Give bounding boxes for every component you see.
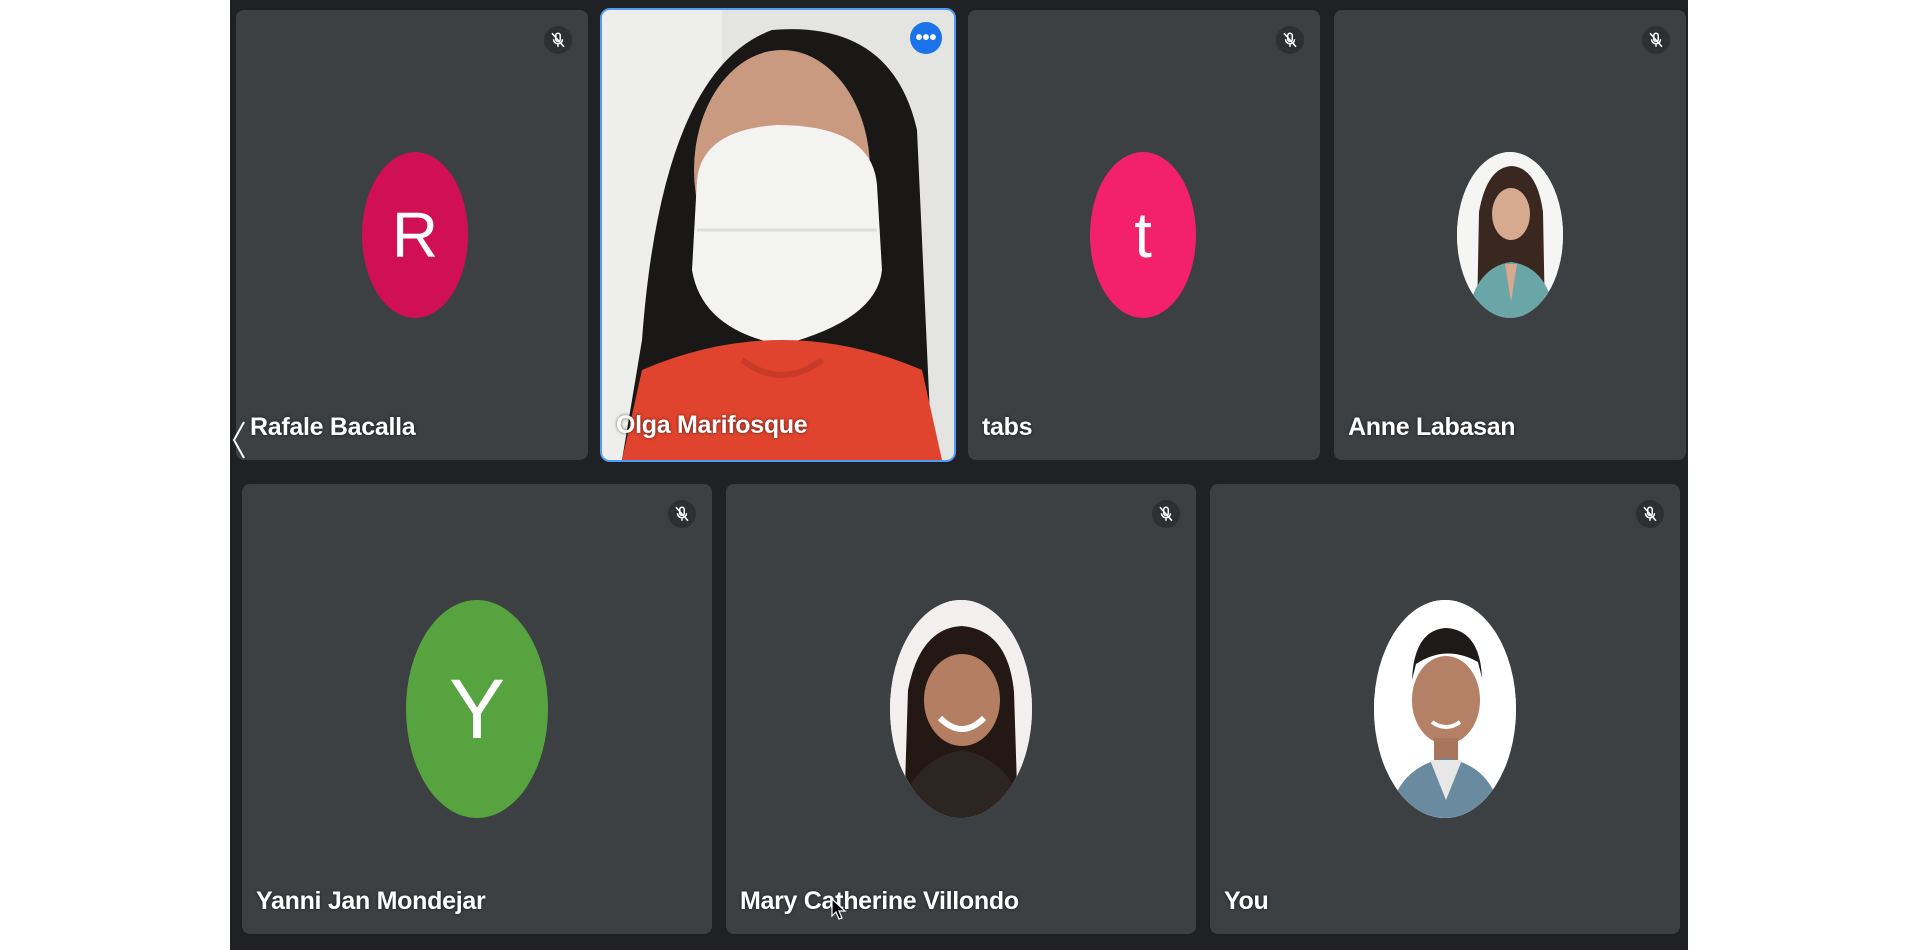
- avatar-photo: [890, 600, 1032, 818]
- avatar-initial: t: [1090, 152, 1196, 318]
- mic-off-icon: [1642, 26, 1670, 54]
- more-options-icon[interactable]: •••: [910, 22, 942, 54]
- participant-name: Olga Marifosque: [616, 411, 808, 439]
- mic-off-icon: [668, 500, 696, 528]
- participant-tile-anne[interactable]: Anne Labasan: [1334, 10, 1686, 460]
- participant-video: [602, 10, 954, 460]
- avatar-initial: Y: [406, 600, 548, 818]
- avatar-photo: [1374, 600, 1516, 818]
- participant-name: tabs: [982, 413, 1033, 441]
- chevron-left-icon[interactable]: [230, 418, 250, 462]
- participant-tile-yanni[interactable]: Y Yanni Jan Mondejar: [242, 484, 712, 934]
- participant-tile-you[interactable]: You: [1210, 484, 1680, 934]
- participant-name: Yanni Jan Mondejar: [256, 887, 486, 915]
- participant-tile-olga[interactable]: ••• Olga Marifosque: [600, 8, 956, 462]
- avatar-initial: R: [362, 152, 468, 318]
- participant-name: Mary Catherine Villondo: [740, 887, 1019, 915]
- participant-name: Rafale Bacalla: [250, 413, 416, 441]
- mic-off-icon: [1276, 26, 1304, 54]
- mic-off-icon: [1636, 500, 1664, 528]
- mic-off-icon: [1152, 500, 1180, 528]
- mouse-cursor-icon: [831, 898, 847, 920]
- mic-off-icon: [544, 26, 572, 54]
- video-frame-image: [602, 10, 954, 460]
- participant-name: You: [1224, 887, 1269, 915]
- meeting-grid: R Rafale Bacalla ••• Olga Marifosque t t…: [230, 0, 1688, 950]
- avatar-photo: [1457, 152, 1563, 318]
- participant-tile-rafale[interactable]: R Rafale Bacalla: [236, 10, 588, 460]
- participant-tile-mary[interactable]: Mary Catherine Villondo: [726, 484, 1196, 934]
- participant-tile-tabs[interactable]: t tabs: [968, 10, 1320, 460]
- participant-name: Anne Labasan: [1348, 413, 1516, 441]
